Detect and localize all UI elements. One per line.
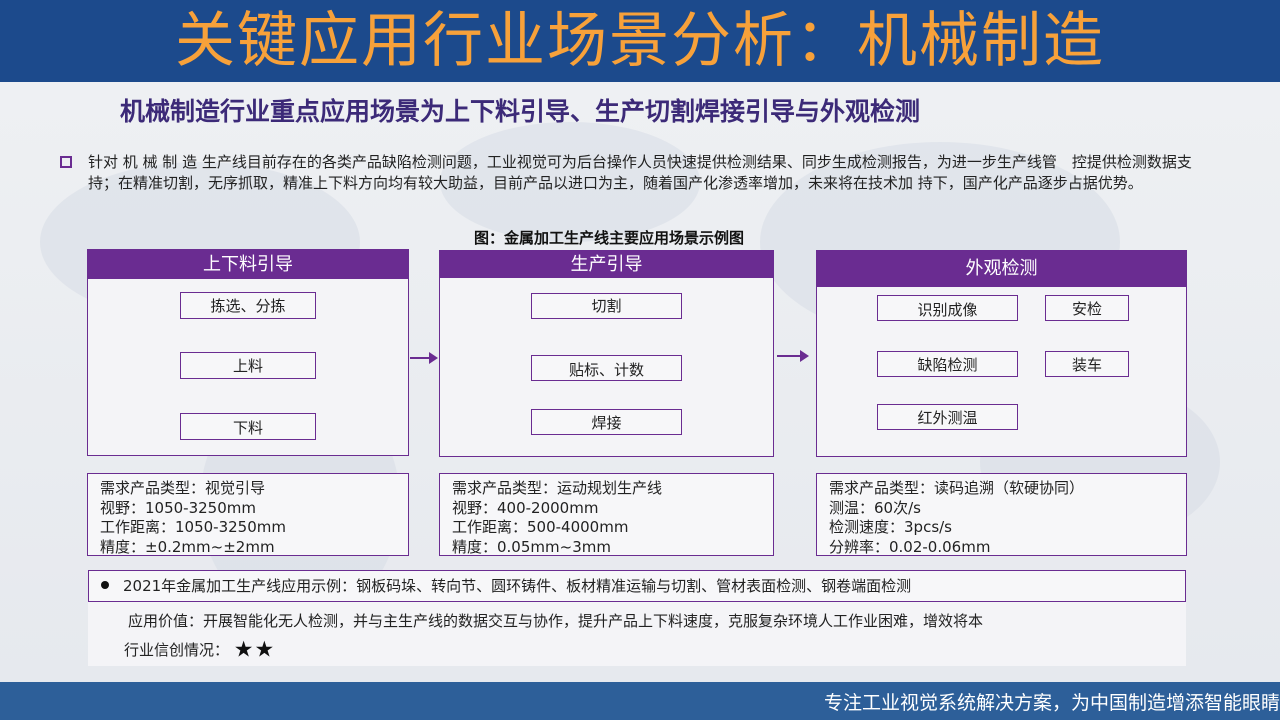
chip-unloading: 下料	[180, 413, 316, 440]
slide-subtitle: 机械制造行业重点应用场景为上下料引导、生产切割焊接引导与外观检测	[120, 97, 921, 126]
chip-loading: 上料	[180, 352, 316, 379]
panel-title: 上下料引导	[88, 250, 408, 279]
arrow-right-icon	[777, 350, 809, 362]
star-rating-icon: ★★	[233, 637, 276, 663]
chip-loading-truck: 装车	[1045, 351, 1129, 377]
spec-line: 视野：1050-3250mm	[100, 498, 256, 517]
spec-box-production: 需求产品类型：运动规划生产线 视野：400-2000mm 工作距离：500-40…	[439, 473, 774, 556]
industry-rating: 行业信创情况： ★★	[124, 638, 275, 663]
spec-line: 测温：60次/s	[829, 498, 921, 517]
spec-box-inspection: 需求产品类型：读码追溯（软硬协同） 测温：60次/s 检测速度：3pcs/s 分…	[816, 473, 1187, 556]
chip-security: 安检	[1045, 295, 1129, 321]
footer-slogan: 专注工业视觉系统解决方案，为中国制造增添智能眼睛	[823, 692, 1280, 714]
chip-cutting: 切割	[531, 293, 682, 319]
spec-line: 工作距离：500-4000mm	[452, 518, 629, 536]
page-title: 关键应用行业场景分析：机械制造	[175, 6, 1105, 76]
intro-paragraph: 针对 机 械 制 造 生产线目前存在的各类产品缺陷检测问题，工业视觉可为后台操作…	[60, 152, 1220, 194]
square-bullet-icon	[60, 156, 72, 168]
spec-line: 需求产品类型：读码追溯（软硬协同）	[829, 479, 1085, 497]
chip-labeling-counting: 贴标、计数	[531, 355, 682, 381]
spec-line: 视野：400-2000mm	[452, 498, 599, 517]
spec-line: 分辨率：0.02-0.06mm	[829, 537, 991, 556]
chip-sorting: 拣选、分拣	[180, 292, 316, 319]
examples-text: 2021年金属加工生产线应用示例：钢板码垛、转向节、圆环铸件、板材精准运输与切割…	[123, 577, 912, 595]
examples-box: 2021年金属加工生产线应用示例：钢板码垛、转向节、圆环铸件、板材精准运输与切割…	[88, 570, 1186, 602]
spec-line: 需求产品类型：运动规划生产线	[452, 479, 663, 497]
footer-bar: 专注工业视觉系统解决方案，为中国制造增添智能眼睛	[0, 682, 1280, 720]
spec-line: 精度：0.05mm~3mm	[452, 537, 611, 556]
intro-text: 针对 机 械 制 造 生产线目前存在的各类产品缺陷检测问题，工业视觉可为后台操作…	[88, 153, 1192, 192]
chip-welding: 焊接	[531, 409, 682, 435]
spec-line: 检测速度：3pcs/s	[829, 518, 952, 536]
value-block: 应用价值：开展智能化无人检测，并与主生产线的数据交互与协作，提升产品上下料速度，…	[88, 602, 1186, 666]
chip-infrared-temperature: 红外测温	[877, 404, 1018, 430]
application-value: 应用价值：开展智能化无人检测，并与主生产线的数据交互与协作，提升产品上下料速度，…	[128, 612, 984, 630]
arrow-right-icon	[410, 352, 438, 364]
spec-box-loading: 需求产品类型：视觉引导 视野：1050-3250mm 工作距离：1050-325…	[87, 473, 409, 556]
rating-label: 行业信创情况：	[124, 641, 230, 659]
chip-defect-detection: 缺陷检测	[877, 351, 1018, 377]
panel-title: 外观检测	[817, 251, 1186, 287]
header-bar: 关键应用行业场景分析：机械制造	[0, 0, 1280, 82]
spec-line: 精度：±0.2mm~±2mm	[100, 537, 275, 556]
panel-loading-guidance: 上下料引导 拣选、分拣 上料 下料	[87, 249, 409, 456]
round-bullet-icon	[101, 580, 109, 589]
panel-appearance-inspection: 外观检测 识别成像 安检 缺陷检测 装车 红外测温	[816, 250, 1187, 457]
spec-line: 工作距离：1050-3250mm	[100, 518, 286, 536]
chip-imaging: 识别成像	[877, 295, 1018, 321]
panel-title: 生产引导	[440, 251, 773, 278]
figure-caption: 图：金属加工生产线主要应用场景示例图	[474, 229, 745, 247]
spec-line: 需求产品类型：视觉引导	[100, 479, 266, 497]
panel-production-guidance: 生产引导 切割 贴标、计数 焊接	[439, 250, 774, 457]
